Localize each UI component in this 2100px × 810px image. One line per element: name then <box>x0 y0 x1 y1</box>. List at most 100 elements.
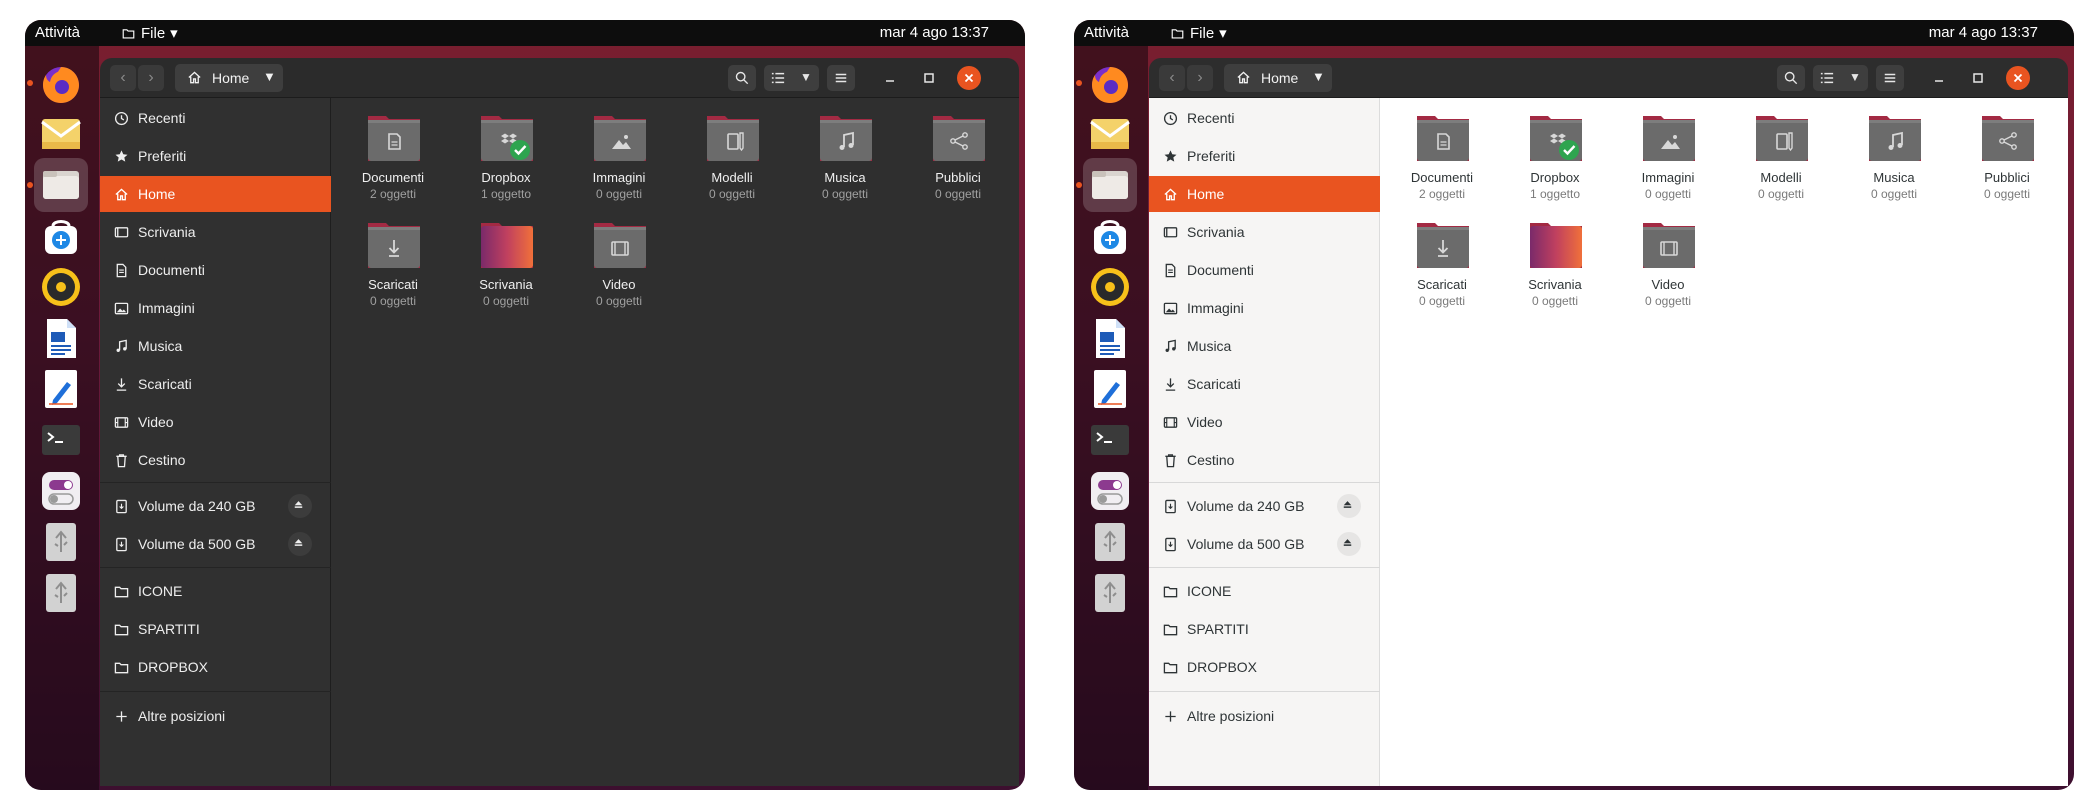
sidebar-item-cestino[interactable]: Cestino <box>100 442 331 478</box>
dock-item-text-editor[interactable] <box>34 362 88 416</box>
dock-item-usb-drive[interactable] <box>1083 515 1137 569</box>
view-options-button[interactable]: ▼ <box>764 65 819 91</box>
sidebar-item-scaricati[interactable]: Scaricati <box>100 366 331 402</box>
sidebar-item-scrivania[interactable]: Scrivania <box>100 214 331 250</box>
sidebar-bookmark-dropbox[interactable]: DROPBOX <box>100 649 331 685</box>
folder-item-immagini[interactable]: Immagini 0 oggetti <box>564 110 674 210</box>
sidebar-item-cestino[interactable]: Cestino <box>1149 442 1380 478</box>
folder-item-scrivania[interactable]: Scrivania 0 oggetti <box>451 217 561 317</box>
sidebar-bookmark-spartiti[interactable]: SPARTITI <box>100 611 331 647</box>
dock-item-writer[interactable] <box>1083 311 1137 365</box>
minimize-button[interactable] <box>878 66 902 90</box>
app-menu[interactable]: File ▾ <box>121 24 178 42</box>
sidebar-item-recenti[interactable]: Recenti <box>1149 100 1380 136</box>
sidebar-item-preferiti[interactable]: Preferiti <box>1149 138 1380 174</box>
app-menu[interactable]: File ▾ <box>1170 24 1227 42</box>
folder-item-musica[interactable]: Musica 0 oggetti <box>1839 110 1949 210</box>
sidebar-bookmark-spartiti[interactable]: SPARTITI <box>1149 611 1380 647</box>
clock[interactable]: mar 4 ago 13:37 <box>1929 24 2038 41</box>
activities-button[interactable]: Attività <box>35 24 80 41</box>
sidebar-item-musica[interactable]: Musica <box>1149 328 1380 364</box>
sidebar-item-musica[interactable]: Musica <box>100 328 331 364</box>
sidebar-bookmark-icone[interactable]: ICONE <box>1149 573 1380 609</box>
sidebar-volume-2[interactable]: Volume da 500 GB <box>1149 526 1380 562</box>
clock[interactable]: mar 4 ago 13:37 <box>880 24 989 41</box>
folder-item-modelli[interactable]: Modelli 0 oggetti <box>677 110 787 210</box>
eject-button[interactable] <box>288 532 312 556</box>
sidebar-item-immagini[interactable]: Immagini <box>1149 290 1380 326</box>
maximize-button[interactable] <box>917 66 941 90</box>
sidebar-bookmark-icone[interactable]: ICONE <box>100 573 331 609</box>
eject-button[interactable] <box>1337 494 1361 518</box>
dock-item-firefox[interactable] <box>34 56 88 110</box>
sidebar-item-video[interactable]: Video <box>100 404 331 440</box>
folder-item-video[interactable]: Video 0 oggetti <box>564 217 674 317</box>
dock-item-firefox[interactable] <box>1083 56 1137 110</box>
folder-item-dropbox[interactable]: Dropbox 1 oggetto <box>451 110 561 210</box>
folder-item-scaricati[interactable]: Scaricati 0 oggetti <box>1387 217 1497 317</box>
sidebar-item-video[interactable]: Video <box>1149 404 1380 440</box>
sidebar-item-home[interactable]: Home <box>100 176 331 212</box>
search-button[interactable] <box>1777 65 1805 91</box>
dock-item-files[interactable] <box>34 158 88 212</box>
dock-item-software-store[interactable] <box>1083 209 1137 263</box>
folder-item-documenti[interactable]: Documenti 2 oggetti <box>1387 110 1497 210</box>
sidebar-other-locations[interactable]: Altre posizioni <box>1149 698 1380 734</box>
forward-button[interactable]: › <box>1187 65 1213 91</box>
sidebar-item-immagini[interactable]: Immagini <box>100 290 331 326</box>
sidebar-item-documenti[interactable]: Documenti <box>1149 252 1380 288</box>
sidebar-item-scrivania[interactable]: Scrivania <box>1149 214 1380 250</box>
sidebar-item-documenti[interactable]: Documenti <box>100 252 331 288</box>
dock-item-text-editor[interactable] <box>1083 362 1137 416</box>
dock-item-terminal[interactable] <box>34 413 88 467</box>
close-button[interactable] <box>957 66 981 90</box>
dock-item-mail[interactable] <box>34 107 88 161</box>
eject-button[interactable] <box>1337 532 1361 556</box>
dock-item-terminal[interactable] <box>1083 413 1137 467</box>
view-options-button[interactable]: ▼ <box>1813 65 1868 91</box>
folder-item-pubblici[interactable]: Pubblici 0 oggetti <box>1952 110 2062 210</box>
folder-item-immagini[interactable]: Immagini 0 oggetti <box>1613 110 1723 210</box>
sidebar-item-preferiti[interactable]: Preferiti <box>100 138 331 174</box>
maximize-button[interactable] <box>1966 66 1990 90</box>
forward-button[interactable]: › <box>138 65 164 91</box>
folder-item-documenti[interactable]: Documenti 2 oggetti <box>338 110 448 210</box>
folder-item-scaricati[interactable]: Scaricati 0 oggetti <box>338 217 448 317</box>
dock-item-settings-toggle[interactable] <box>34 464 88 518</box>
back-button[interactable]: ‹ <box>1159 65 1185 91</box>
folder-item-scrivania[interactable]: Scrivania 0 oggetti <box>1500 217 1610 317</box>
activities-button[interactable]: Attività <box>1084 24 1129 41</box>
sidebar-item-recenti[interactable]: Recenti <box>100 100 331 136</box>
folder-item-musica[interactable]: Musica 0 oggetti <box>790 110 900 210</box>
dock-item-settings-toggle[interactable] <box>1083 464 1137 518</box>
dock-item-usb-drive[interactable] <box>34 515 88 569</box>
close-button[interactable] <box>2006 66 2030 90</box>
path-bar-button[interactable]: Home ▼ <box>1224 64 1332 92</box>
dock-item-rhythmbox[interactable] <box>1083 260 1137 314</box>
sidebar-bookmark-dropbox[interactable]: DROPBOX <box>1149 649 1380 685</box>
folder-item-modelli[interactable]: Modelli 0 oggetti <box>1726 110 1836 210</box>
dock-item-files[interactable] <box>1083 158 1137 212</box>
sidebar-volume-2[interactable]: Volume da 500 GB <box>100 526 331 562</box>
minimize-button[interactable] <box>1927 66 1951 90</box>
dock-item-usb-drive[interactable] <box>34 566 88 620</box>
sidebar-other-locations[interactable]: Altre posizioni <box>100 698 331 734</box>
eject-button[interactable] <box>288 494 312 518</box>
sidebar-item-home[interactable]: Home <box>1149 176 1380 212</box>
search-button[interactable] <box>728 65 756 91</box>
sidebar-volume-1[interactable]: Volume da 240 GB <box>100 488 331 524</box>
folder-item-video[interactable]: Video 0 oggetti <box>1613 217 1723 317</box>
folder-item-pubblici[interactable]: Pubblici 0 oggetti <box>903 110 1013 210</box>
dock-item-mail[interactable] <box>1083 107 1137 161</box>
back-button[interactable]: ‹ <box>110 65 136 91</box>
main-menu-button[interactable] <box>1876 65 1904 91</box>
folder-item-dropbox[interactable]: Dropbox 1 oggetto <box>1500 110 1610 210</box>
dock-item-writer[interactable] <box>34 311 88 365</box>
path-bar-button[interactable]: Home ▼ <box>175 64 283 92</box>
main-menu-button[interactable] <box>827 65 855 91</box>
sidebar-item-scaricati[interactable]: Scaricati <box>1149 366 1380 402</box>
dock-item-software-store[interactable] <box>34 209 88 263</box>
dock-item-usb-drive[interactable] <box>1083 566 1137 620</box>
dock-item-rhythmbox[interactable] <box>34 260 88 314</box>
sidebar-volume-1[interactable]: Volume da 240 GB <box>1149 488 1380 524</box>
